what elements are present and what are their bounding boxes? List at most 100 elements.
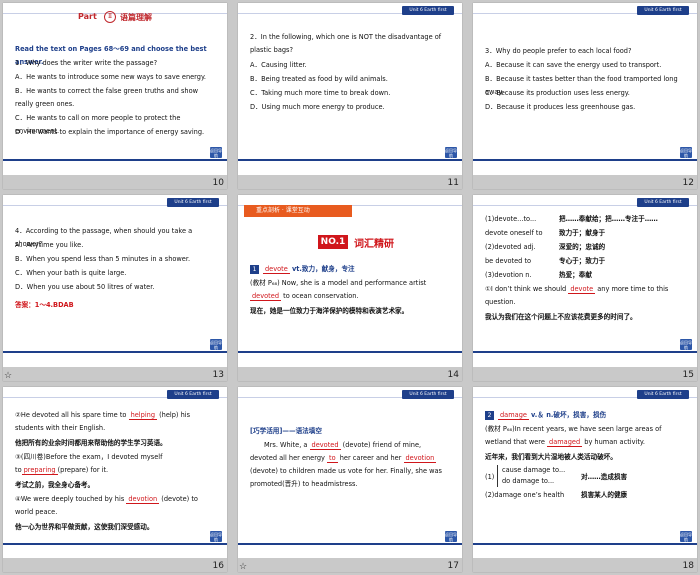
slide-footer: 14 bbox=[238, 367, 462, 381]
slide-number: 12 bbox=[682, 178, 694, 188]
slide-footer: 10 bbox=[3, 175, 227, 189]
slide-border bbox=[3, 351, 227, 353]
slide-number: 14 bbox=[447, 370, 459, 380]
word-definition: vt.致力，献身，专注 bbox=[291, 265, 355, 273]
translation: 考试之前，我全身心备考。 bbox=[15, 481, 95, 489]
option-a: A．Causing litter. bbox=[250, 61, 307, 69]
translation: 现在，她是一位致力于海洋保护的模特和表演艺术家。 bbox=[250, 307, 409, 315]
nav-button[interactable]: 返回导航 bbox=[680, 339, 692, 350]
example-sentence: ②He devoted all his spare time to helpin… bbox=[15, 409, 215, 435]
option-d: D．When you use about 50 litres of water. bbox=[15, 283, 155, 291]
example-sentence: (教材 P₆₈) Now, she is a model and perform… bbox=[250, 277, 450, 303]
slide-17[interactable]: Unit 6 Earth first [巧学活用]——语法填空 Mrs. Whi… bbox=[238, 387, 462, 572]
slide-13[interactable]: Unit 6 Earth first 4．According to the pa… bbox=[3, 195, 227, 381]
phrase-cn: 对……造成损害 bbox=[581, 473, 628, 481]
slide-content: Unit 6 Earth first 2．In the following, w… bbox=[238, 3, 462, 175]
slide-number: 13 bbox=[212, 370, 224, 380]
slide-border bbox=[473, 159, 697, 161]
example-text: ②He devoted all his spare time to bbox=[15, 411, 129, 419]
star-icon[interactable]: ☆ bbox=[4, 371, 12, 381]
option-d: D．Using much more energy to produce. bbox=[250, 103, 385, 111]
answer-blank: devoted bbox=[309, 441, 341, 450]
slide-18[interactable]: Unit 6 Earth first 2 damage v.＆ n.破坏，损害，损… bbox=[473, 387, 697, 572]
translation: 我认为我们在这个问题上不应该花费更多的时间了。 bbox=[485, 313, 637, 321]
slide-footer: 15 bbox=[473, 367, 697, 381]
slide-number: 15 bbox=[682, 370, 694, 380]
phrase-group: cause damage to... do damage to... bbox=[497, 465, 565, 487]
example-sentence: (教材 P₆₈)In recent years, we have seen la… bbox=[485, 423, 685, 449]
phrase-en: (1)devote...to... bbox=[485, 215, 537, 223]
phrase-en: cause damage to... bbox=[502, 466, 566, 474]
question: 2．In the following, which one is NOT the… bbox=[250, 33, 442, 54]
slide-10[interactable]: Part Ⅱ 语篇理解 Read the text on Pages 68～69… bbox=[3, 3, 227, 189]
unit-tab: Unit 6 Earth first bbox=[637, 198, 689, 207]
part-badge: Part Ⅱ 语篇理解 bbox=[78, 11, 168, 25]
nav-button[interactable]: 返回导航 bbox=[210, 531, 222, 542]
slide-content: Unit 6 Earth first 4．According to the pa… bbox=[3, 195, 227, 367]
nav-button[interactable]: 返回导航 bbox=[445, 147, 457, 158]
slide-content: Unit 6 Earth first 3．Why do people prefe… bbox=[473, 3, 697, 175]
nav-button[interactable]: 返回导航 bbox=[445, 531, 457, 542]
unit-tab: Unit 6 Earth first bbox=[637, 390, 689, 399]
slide-15[interactable]: Unit 6 Earth first (1)devote...to... 把……… bbox=[473, 195, 697, 381]
slide-border bbox=[238, 543, 462, 545]
phrase-cn: 致力于；献身于 bbox=[559, 229, 606, 237]
slide-border bbox=[3, 543, 227, 545]
slide-16[interactable]: Unit 6 Earth first ②He devoted all his s… bbox=[3, 387, 227, 572]
slide-content: Unit 6 Earth first [巧学活用]——语法填空 Mrs. Whi… bbox=[238, 387, 462, 559]
nav-button[interactable]: 返回导航 bbox=[680, 147, 692, 158]
option-c: C．Taking much more time to break down. bbox=[250, 89, 391, 97]
exercise-text: her career and her bbox=[337, 454, 404, 462]
nav-button[interactable]: 返回导航 bbox=[680, 531, 692, 542]
option-d: D．He wants to explain the importance of … bbox=[15, 128, 205, 136]
word: damage bbox=[498, 411, 529, 420]
slide-content: Unit 6 Earth first 2 damage v.＆ n.破坏，损害，损… bbox=[473, 387, 697, 559]
option-a: A．He wants to introduce some new ways to… bbox=[15, 73, 207, 81]
phrase-en: (3)devotion n. bbox=[485, 271, 532, 279]
slide-12[interactable]: Unit 6 Earth first 3．Why do people prefe… bbox=[473, 3, 697, 189]
slide-footer: 16 bbox=[3, 558, 227, 572]
answer-blank: preparing bbox=[21, 466, 58, 475]
slide-border bbox=[473, 351, 697, 353]
slide-number: 17 bbox=[447, 561, 459, 571]
slide-border bbox=[238, 159, 462, 161]
question: 1．Why does the writer write the passage? bbox=[15, 59, 158, 67]
option-b: B．When you spend less than 5 minutes in … bbox=[15, 255, 191, 263]
slide-content: Unit 6 Earth first (1)devote...to... 把……… bbox=[473, 195, 697, 367]
example-text: ①I don’t think we should bbox=[485, 285, 569, 293]
example-sentence: ①I don’t think we should devote any more… bbox=[485, 283, 685, 309]
unit-tab: Unit 6 Earth first bbox=[167, 390, 219, 399]
option-c: C．When your bath is quite large. bbox=[15, 269, 127, 277]
translation: 近年来，我们看到大片湿地被人类活动破坏。 bbox=[485, 453, 617, 461]
slide-footer: 12 bbox=[473, 175, 697, 189]
part-title: 语篇理解 bbox=[120, 13, 152, 22]
nav-button[interactable]: 返回导航 bbox=[210, 339, 222, 350]
option-a: A．Because it can save the energy used to… bbox=[485, 61, 662, 69]
phrase-cn: 深爱的；忠诚的 bbox=[559, 243, 606, 251]
example-text: to ocean conservation. bbox=[281, 292, 359, 300]
word-definition: v.＆ n.破坏，损害，损伤 bbox=[531, 411, 607, 419]
section-number: NO.1 bbox=[318, 235, 348, 249]
example-sentence: ④We were deeply touched by his devotion … bbox=[15, 493, 215, 519]
phrase-en: (2)damage one’s health bbox=[485, 491, 565, 499]
example-word: damaged bbox=[547, 438, 583, 447]
slide-11[interactable]: Unit 6 Earth first 2．In the following, w… bbox=[238, 3, 462, 189]
phrase-en: (2)devoted adj. bbox=[485, 243, 536, 251]
nav-button[interactable]: 返回导航 bbox=[210, 147, 222, 158]
option-c: C．Because its production uses less energ… bbox=[485, 89, 630, 97]
slide-content: Unit 6 Earth first ②He devoted all his s… bbox=[3, 387, 227, 559]
section-banner: 重点剖析 · 课堂互动 bbox=[244, 205, 352, 217]
star-icon[interactable]: ☆ bbox=[239, 562, 247, 572]
exercise-text: Mrs. White, a bbox=[264, 441, 310, 449]
answer-blank: helping bbox=[128, 411, 158, 420]
slide-14[interactable]: 重点剖析 · 课堂互动 NO.1 词汇精研 1 devote vt.致力，献身，专… bbox=[238, 195, 462, 381]
exercise-text: (devote) to children made us vote for he… bbox=[250, 467, 442, 488]
translation: 他一心为世界和平做贡献，这使我们深受感动。 bbox=[15, 523, 154, 531]
option-a: A．Anytime you like. bbox=[15, 241, 84, 249]
slide-number: 11 bbox=[447, 178, 459, 188]
phrase-cn: 专心于；致力于 bbox=[559, 257, 606, 265]
phrase-number: (1) bbox=[485, 473, 495, 481]
slide-border bbox=[3, 159, 227, 161]
option-d: D．Because it produces less greenhouse ga… bbox=[485, 103, 636, 111]
section-title: 词汇精研 bbox=[354, 239, 394, 250]
